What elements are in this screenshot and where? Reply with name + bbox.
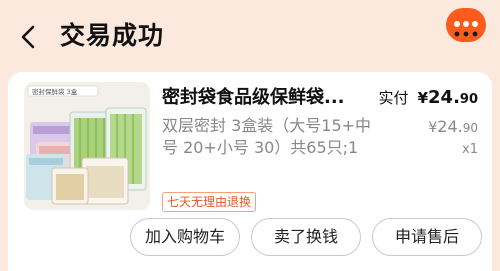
more-button[interactable]	[446, 8, 486, 42]
page-title: 交易成功	[60, 21, 165, 50]
add-to-cart-button[interactable]: 加入购物车	[130, 218, 240, 256]
paid-price-decimal: 90	[459, 92, 478, 107]
resell-button[interactable]: 卖了换钱	[251, 218, 361, 256]
quantity: x1	[462, 142, 478, 157]
return-policy-badge: 七天无理由退换	[162, 192, 257, 212]
unit-currency: ¥	[428, 120, 438, 136]
product-spec: 双层密封 3盒装（大号15+中号 20+小号 30）共65只;1	[162, 116, 372, 157]
unit-price-integer: 24.	[437, 117, 463, 136]
chevron-left-icon[interactable]	[18, 24, 40, 50]
product-title[interactable]: 密封袋食品级保鲜袋...	[162, 84, 372, 112]
unit-price: ¥24.90	[428, 115, 478, 139]
product-image: 密封保鲜袋 3盒	[24, 82, 150, 210]
thumbnail-label: 密封保鲜袋 3盒	[32, 87, 78, 96]
more-dots-icon	[454, 21, 478, 37]
paid-price-integer: 24.	[428, 87, 460, 108]
order-card[interactable]: 密封保鲜袋 3盒 密封袋食品级保鲜袋... 实付 ¥24.90 双层密封 3盒装…	[8, 72, 492, 271]
paid-currency: ¥	[417, 89, 429, 107]
unit-price-decimal: 90	[462, 121, 478, 135]
product-thumbnail[interactable]: 密封保鲜袋 3盒	[24, 82, 150, 210]
paid-amount: 实付 ¥24.90	[378, 84, 478, 112]
page-header: 交易成功	[0, 0, 500, 72]
paid-label: 实付	[378, 89, 409, 107]
after-sale-button[interactable]: 申请售后	[372, 218, 482, 256]
